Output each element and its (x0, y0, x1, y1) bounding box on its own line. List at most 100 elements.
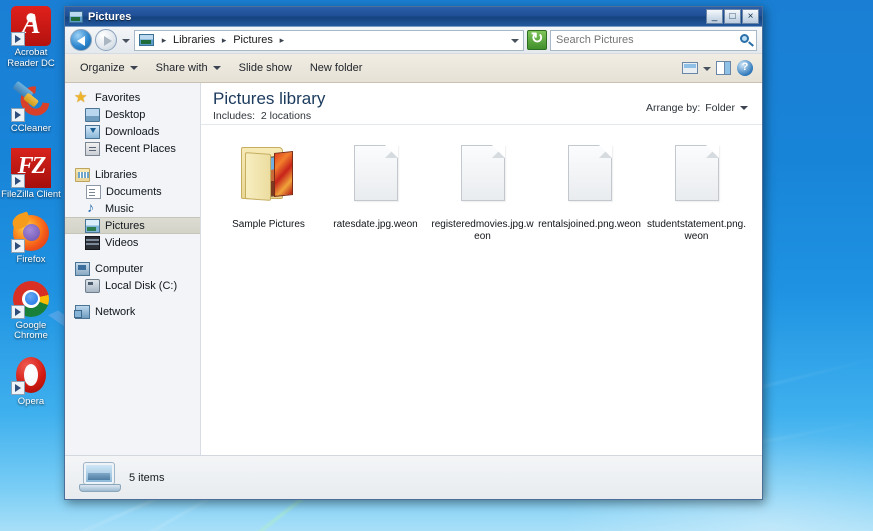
minimize-button[interactable]: _ (706, 9, 723, 24)
includes-value[interactable]: 2 locations (261, 110, 311, 122)
desktop-icon-column: A Acrobat Reader DC CCleaner FZ FileZill… (0, 6, 62, 420)
change-view-icon[interactable] (712, 57, 734, 79)
desktop-icon-label: Opera (17, 395, 45, 407)
minimize-icon: _ (711, 11, 718, 22)
sidebar-item-label: Network (95, 305, 136, 318)
shortcut-overlay-icon (11, 380, 25, 395)
list-item[interactable]: studentstatement.png.weon (643, 137, 750, 242)
page-title: Pictures library (213, 89, 326, 108)
breadcrumb-separator-icon[interactable]: ▸ (158, 35, 170, 46)
item-name: registeredmovies.jpg.weon (431, 219, 534, 242)
sidebar-item-label: Desktop (105, 108, 146, 121)
computer-icon (75, 262, 90, 276)
item-thumbnail (558, 137, 622, 215)
sidebar-item-label: Documents (106, 185, 162, 198)
sidebar-item-downloads[interactable]: Downloads (65, 123, 200, 140)
back-button[interactable] (70, 29, 92, 51)
maximize-button[interactable]: □ (724, 9, 741, 24)
list-item[interactable]: rentalsjoined.png.weon (536, 137, 643, 242)
maximize-icon: □ (729, 11, 736, 22)
local-disk-icon (85, 279, 100, 293)
sidebar-item-music[interactable]: Music (65, 199, 200, 217)
sidebar-item-label: Local Disk (C:) (105, 279, 178, 292)
share-with-button[interactable]: Share with (147, 58, 230, 78)
breadcrumb-item-libraries[interactable]: Libraries (170, 33, 218, 47)
sidebar-item-recent-places[interactable]: Recent Places (65, 140, 200, 157)
recent-pages-dropdown[interactable] (120, 30, 131, 50)
sidebar-item-label: Recent Places (105, 142, 176, 155)
sidebar-item-label: Videos (105, 236, 139, 249)
pictures-icon (85, 219, 100, 233)
sidebar-item-pictures[interactable]: Pictures (65, 217, 200, 234)
breadcrumb-item-pictures[interactable]: Pictures (230, 33, 276, 47)
file-list-grid[interactable]: Sample Pictures ratesdate.jpg.weon regis… (201, 125, 762, 455)
forward-button[interactable] (95, 29, 117, 51)
opera-icon (11, 355, 51, 395)
navigation-pane: Favorites Desktop Downloads Recent Place… (65, 83, 201, 455)
new-folder-button[interactable]: New folder (301, 58, 372, 78)
list-item[interactable]: ratesdate.jpg.weon (322, 137, 429, 242)
view-chevron-down-icon[interactable] (701, 58, 712, 78)
shortcut-overlay-icon (11, 239, 25, 253)
window-title-bar[interactable]: Pictures _ □ × (65, 7, 762, 27)
item-name: Sample Pictures (232, 219, 305, 230)
desktop-icon-label: CCleaner (10, 123, 52, 134)
breadcrumb-address-bar[interactable]: ▸ Libraries ▸ Pictures ▸ (134, 29, 524, 51)
library-includes: Includes: 2 locations (213, 110, 646, 122)
sidebar-item-desktop[interactable]: Desktop (65, 106, 200, 123)
breadcrumb-separator-icon[interactable]: ▸ (276, 35, 288, 46)
search-icon[interactable] (737, 32, 755, 49)
preview-pane-icon[interactable] (679, 57, 701, 79)
refresh-icon[interactable] (527, 29, 547, 50)
content-pane: Pictures library Includes: 2 locations A… (201, 83, 762, 455)
firefox-icon (10, 211, 51, 253)
videos-icon (85, 235, 100, 250)
acrobat-reader-dc-icon: A (11, 6, 51, 46)
address-dropdown-chevron-down-icon[interactable] (509, 31, 520, 50)
nav-group-computer: Computer Local Disk (C:) (65, 260, 200, 294)
sidebar-item-computer[interactable]: Computer (65, 260, 200, 277)
nav-group-libraries: Libraries Documents Music Pictures Video… (65, 166, 200, 251)
network-icon (74, 305, 90, 319)
sidebar-item-libraries[interactable]: Libraries (65, 166, 200, 183)
libraries-icon (75, 168, 90, 182)
item-thumbnail (237, 137, 301, 215)
blank-document-icon (567, 145, 612, 201)
desktop-icon-filezilla-client[interactable]: FZ FileZilla Client (0, 147, 62, 201)
sample-pictures-folder-icon (240, 143, 299, 203)
sidebar-item-documents[interactable]: Documents (65, 183, 200, 200)
slide-show-button[interactable]: Slide show (230, 58, 301, 78)
includes-label: Includes: (213, 110, 256, 122)
close-button[interactable]: × (742, 9, 759, 24)
arrange-by-value[interactable]: Folder (705, 102, 735, 114)
sidebar-item-label: Favorites (95, 91, 141, 104)
nav-group-favorites: Favorites Desktop Downloads Recent Place… (65, 88, 200, 157)
computer-status-icon (77, 460, 123, 496)
sidebar-item-favorites[interactable]: Favorites (65, 88, 200, 106)
sidebar-item-label: Pictures (105, 219, 145, 232)
list-item[interactable]: registeredmovies.jpg.weon (429, 137, 536, 242)
sidebar-item-videos[interactable]: Videos (65, 234, 200, 251)
breadcrumb-library-icon (139, 34, 154, 46)
sidebar-item-local-disk-c[interactable]: Local Disk (C:) (65, 277, 200, 294)
search-box[interactable] (550, 29, 757, 51)
search-input[interactable] (556, 31, 737, 49)
sidebar-item-network[interactable]: Network (65, 303, 200, 320)
desktop-icon-acrobat-reader-dc[interactable]: A Acrobat Reader DC (0, 6, 62, 69)
chevron-down-icon (129, 66, 138, 70)
breadcrumb-separator-icon[interactable]: ▸ (218, 35, 230, 46)
desktop-icon-label: Google Chrome (14, 319, 48, 341)
help-icon[interactable]: ? (734, 57, 756, 79)
desktop-icon-google-chrome[interactable]: Google Chrome (0, 279, 62, 342)
google-chrome-icon (11, 279, 51, 319)
item-thumbnail (451, 137, 515, 215)
list-item[interactable]: Sample Pictures (215, 137, 322, 242)
sidebar-item-label: Music (105, 202, 134, 215)
desktop-icon-ccleaner[interactable]: CCleaner (0, 80, 62, 135)
arrange-by-control[interactable]: Arrange by: Folder (646, 89, 752, 114)
desktop-icon-opera[interactable]: Opera (0, 355, 62, 408)
sidebar-item-label: Libraries (95, 168, 138, 181)
organize-button[interactable]: Organize (71, 58, 147, 78)
desktop-icon-firefox[interactable]: Firefox (0, 211, 62, 266)
shortcut-overlay-icon (11, 304, 25, 319)
